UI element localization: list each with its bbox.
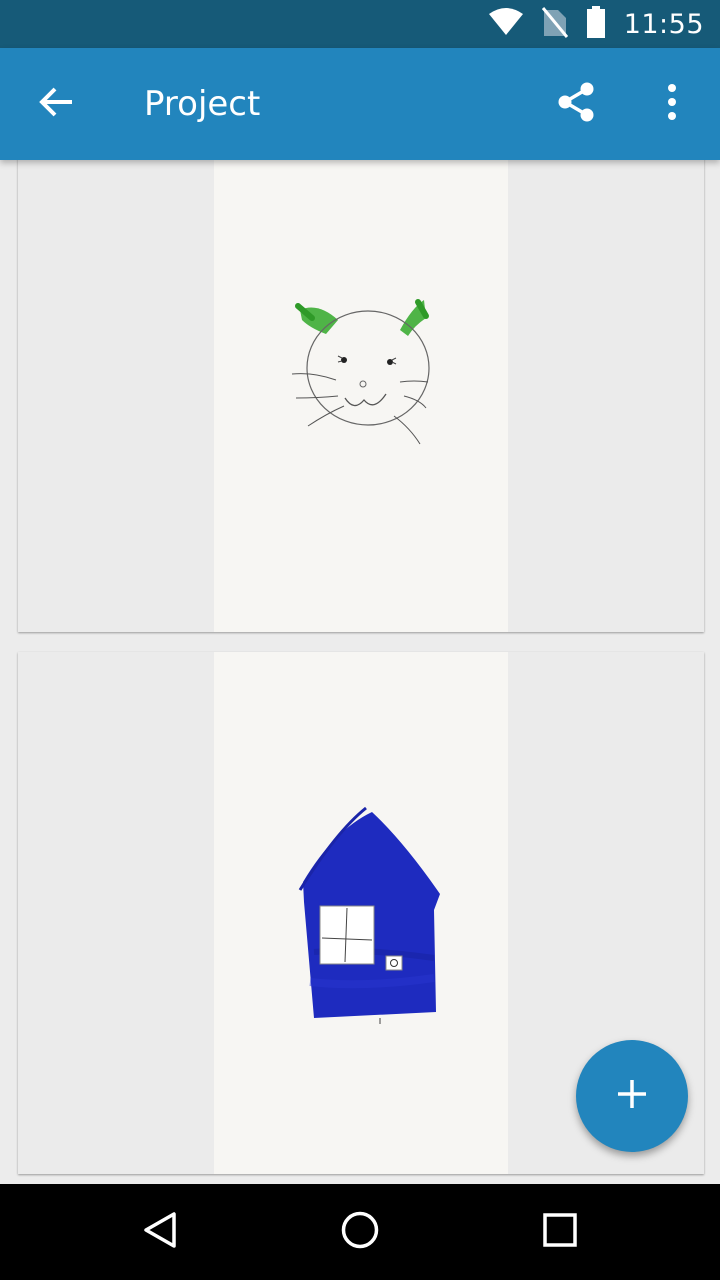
pages-list: [0, 160, 720, 1184]
more-vert-icon: [667, 84, 677, 124]
house-drawing: [298, 806, 440, 1024]
nav-home-button[interactable]: [324, 1196, 396, 1268]
cat-drawing: [291, 299, 430, 445]
status-bar: 11:55: [0, 0, 720, 48]
share-button[interactable]: [548, 76, 604, 132]
back-triangle-icon: [140, 1210, 180, 1254]
back-arrow-icon: [38, 86, 74, 122]
page-card-cat[interactable]: [18, 160, 704, 632]
more-options-button[interactable]: [650, 76, 694, 132]
navigation-bar: [0, 1184, 720, 1280]
clock: 11:55: [623, 8, 704, 40]
back-button[interactable]: [26, 76, 86, 132]
page-paper: [214, 160, 508, 632]
add-page-button[interactable]: [576, 1040, 688, 1152]
battery-icon: [586, 6, 606, 42]
page-title: Project: [144, 84, 261, 124]
app-bar: Project: [0, 48, 720, 160]
wifi-icon: [488, 8, 524, 40]
plus-icon: [616, 1078, 648, 1114]
nav-recents-button[interactable]: [524, 1196, 596, 1268]
recents-square-icon: [540, 1210, 580, 1254]
page-paper: [214, 652, 508, 1174]
no-sim-icon: [541, 6, 568, 42]
home-circle-icon: [340, 1210, 380, 1254]
share-icon: [556, 81, 596, 127]
nav-back-button[interactable]: [124, 1196, 196, 1268]
